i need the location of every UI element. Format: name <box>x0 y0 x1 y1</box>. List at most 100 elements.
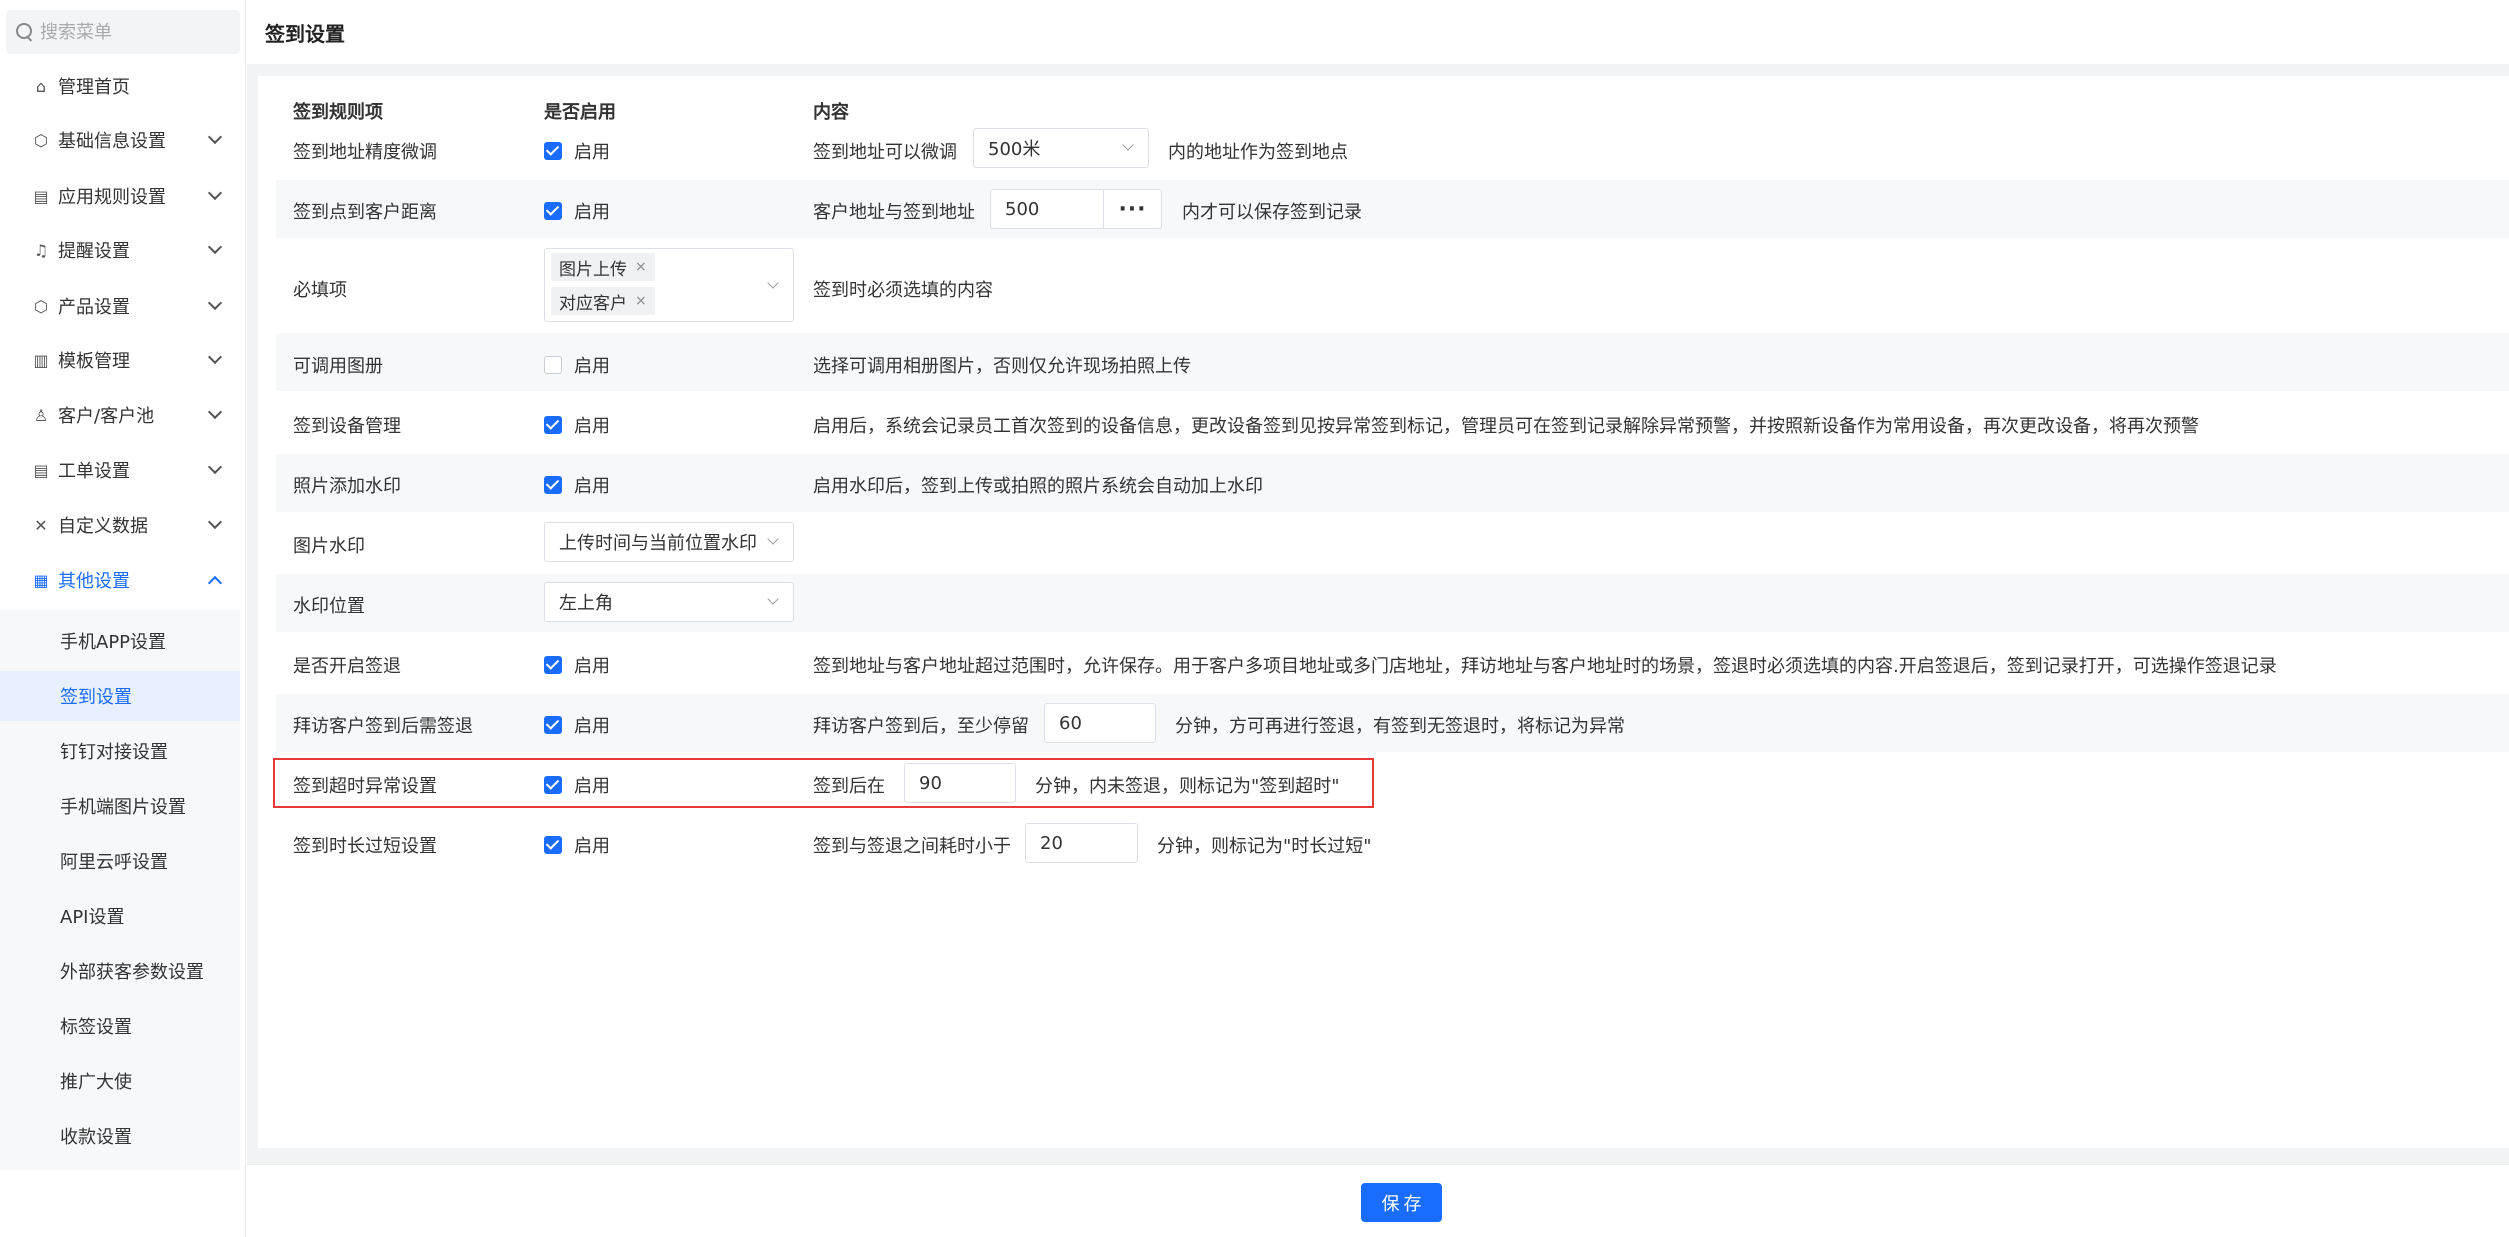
checkbox-label: 启用 <box>574 202 610 223</box>
row-text: 内才可以保存签到记录 <box>1182 202 1362 223</box>
sidebar-item-customer[interactable]: ♙ 客户/客户池 <box>0 389 240 441</box>
sidebar-item-product[interactable]: ⬡ 产品设置 <box>0 280 240 332</box>
submenu-item[interactable]: 推广大使 <box>0 1056 240 1106</box>
short-duration-input[interactable]: 20 <box>1025 823 1138 863</box>
chevron-down-icon <box>207 295 223 311</box>
sidebar-item-custom-data[interactable]: ✕ 自定义数据 <box>0 499 240 551</box>
checkbox-checked[interactable] <box>544 142 562 160</box>
submenu-item[interactable]: 标签设置 <box>0 1001 240 1051</box>
row-label: 签到时长过短设置 <box>293 836 437 857</box>
row-text: 签到时必须选填的内容 <box>813 280 993 301</box>
submenu-item[interactable]: 外部获客参数设置 <box>0 946 240 996</box>
submenu-item[interactable]: 手机APP设置 <box>0 616 240 666</box>
close-icon[interactable]: × <box>635 259 647 275</box>
tag-label: 对应客户 <box>559 293 627 314</box>
checkbox-label: 启用 <box>574 416 610 437</box>
document-icon: ▤ <box>33 186 49 206</box>
select-value: 上传时间与当前位置水印 <box>559 533 757 554</box>
distance-select[interactable]: 500米 <box>973 128 1149 168</box>
cube-icon: ⬡ <box>34 130 48 150</box>
tag-label: 图片上传 <box>559 259 627 280</box>
enable-checkbox[interactable]: 启用 <box>544 412 610 438</box>
input-value: 500 <box>1005 198 1040 220</box>
checkbox-unchecked[interactable] <box>544 356 562 374</box>
row-label: 签到设备管理 <box>293 416 401 437</box>
header-content: 内容 <box>813 102 849 123</box>
clipboard-icon: ▤ <box>33 460 49 480</box>
sidebar-item-app-rules[interactable]: ▤ 应用规则设置 <box>0 170 240 222</box>
grid-icon: ▦ <box>33 570 49 590</box>
enable-checkbox[interactable]: 启用 <box>544 712 610 738</box>
row-text: 签到地址可以微调 <box>813 142 957 163</box>
checkbox-checked[interactable] <box>544 416 562 434</box>
sidebar-item-label: 基础信息设置 <box>58 131 166 152</box>
input-value: 20 <box>1040 832 1063 854</box>
close-icon[interactable]: × <box>635 293 647 309</box>
row-label: 必填项 <box>293 280 347 301</box>
checkbox-checked[interactable] <box>544 202 562 220</box>
row-text: 分钟，则标记为"时长过短" <box>1157 836 1372 857</box>
row-text: 启用后，系统会记录员工首次签到的设备信息，更改设备签到见按异常签到标记，管理员可… <box>813 416 2199 437</box>
checkbox-checked[interactable] <box>544 656 562 674</box>
header-enabled: 是否启用 <box>544 102 616 123</box>
row-text: 拜访客户签到后，至少停留 <box>813 716 1029 737</box>
checkbox-label: 启用 <box>574 356 610 377</box>
menu-search-box[interactable] <box>6 10 240 54</box>
row-label: 是否开启签退 <box>293 656 401 677</box>
chevron-down-icon <box>767 593 779 605</box>
watermark-select[interactable]: 上传时间与当前位置水印 <box>544 522 794 562</box>
save-button[interactable]: 保存 <box>1361 1183 1442 1222</box>
sidebar-item-home[interactable]: ⌂ 管理首页 <box>0 60 240 112</box>
sidebar-item-basic-info[interactable]: ⬡ 基础信息设置 <box>0 114 240 166</box>
chevron-down-icon <box>767 533 779 545</box>
enable-checkbox[interactable]: 启用 <box>544 198 610 224</box>
distance-input[interactable]: 500 ··· <box>990 189 1162 229</box>
row-background <box>276 333 2509 391</box>
required-items-multiselect[interactable]: 图片上传 × 对应客户 × <box>544 248 794 322</box>
submenu-item[interactable]: 手机端图片设置 <box>0 781 240 831</box>
chevron-down-icon <box>207 239 223 255</box>
enable-checkbox[interactable]: 启用 <box>544 472 610 498</box>
search-icon <box>16 23 34 41</box>
cube-icon: ⬡ <box>34 296 48 316</box>
sidebar-item-label: 其他设置 <box>58 571 130 592</box>
row-background <box>276 454 2509 512</box>
sidebar-item-reminder[interactable]: ♫ 提醒设置 <box>0 224 240 276</box>
row-text: 启用水印后，签到上传或拍照的照片系统会自动加上水印 <box>813 476 1263 497</box>
submenu-item[interactable]: API设置 <box>0 891 240 941</box>
row-label: 签到点到客户距离 <box>293 202 437 223</box>
row-text: 内的地址作为签到地点 <box>1168 142 1348 163</box>
row-label: 拜访客户签到后需签退 <box>293 716 473 737</box>
submenu-item-checkin-settings[interactable]: 签到设置 <box>0 671 240 721</box>
chevron-down-icon <box>207 404 223 420</box>
sidebar-item-work-order[interactable]: ▤ 工单设置 <box>0 444 240 496</box>
checkbox-label: 启用 <box>574 656 610 677</box>
checkbox-checked[interactable] <box>544 716 562 734</box>
checkbox-checked[interactable] <box>544 836 562 854</box>
sidebar-item-other-settings[interactable]: ▦ 其他设置 <box>0 554 240 606</box>
sidebar-item-template[interactable]: ▥ 模板管理 <box>0 334 240 386</box>
submenu-item[interactable]: 收款设置 <box>0 1111 240 1161</box>
enable-checkbox[interactable]: 启用 <box>544 652 610 678</box>
sidebar-item-label: 自定义数据 <box>58 516 148 537</box>
row-text: 选择可调用相册图片，否则仅允许现场拍照上传 <box>813 356 1191 377</box>
submenu-item[interactable]: 阿里云呼设置 <box>0 836 240 886</box>
checkbox-checked[interactable] <box>544 476 562 494</box>
enable-checkbox[interactable]: 启用 <box>544 138 610 164</box>
row-label: 可调用图册 <box>293 356 383 377</box>
more-icon[interactable]: ··· <box>1103 190 1161 228</box>
row-label: 照片添加水印 <box>293 476 401 497</box>
row-text: 签到地址与客户地址超过范围时，允许保存。用于客户多项目地址或多门店地址，拜访地址… <box>813 656 2277 677</box>
submenu-item[interactable]: 钉钉对接设置 <box>0 726 240 776</box>
minutes-input[interactable]: 60 <box>1044 703 1156 743</box>
sidebar-item-label: 客户/客户池 <box>58 406 155 427</box>
watermark-position-select[interactable]: 左上角 <box>544 582 794 622</box>
menu-search-input[interactable] <box>40 21 230 43</box>
tools-icon: ✕ <box>34 515 48 535</box>
checkbox-label: 启用 <box>574 142 610 163</box>
home-icon: ⌂ <box>35 76 47 96</box>
submenu-other-settings: 手机APP设置 签到设置 钉钉对接设置 手机端图片设置 阿里云呼设置 API设置… <box>0 610 240 1170</box>
enable-checkbox[interactable]: 启用 <box>544 352 610 378</box>
tag-chip: 对应客户 × <box>551 287 655 315</box>
enable-checkbox[interactable]: 启用 <box>544 832 610 858</box>
